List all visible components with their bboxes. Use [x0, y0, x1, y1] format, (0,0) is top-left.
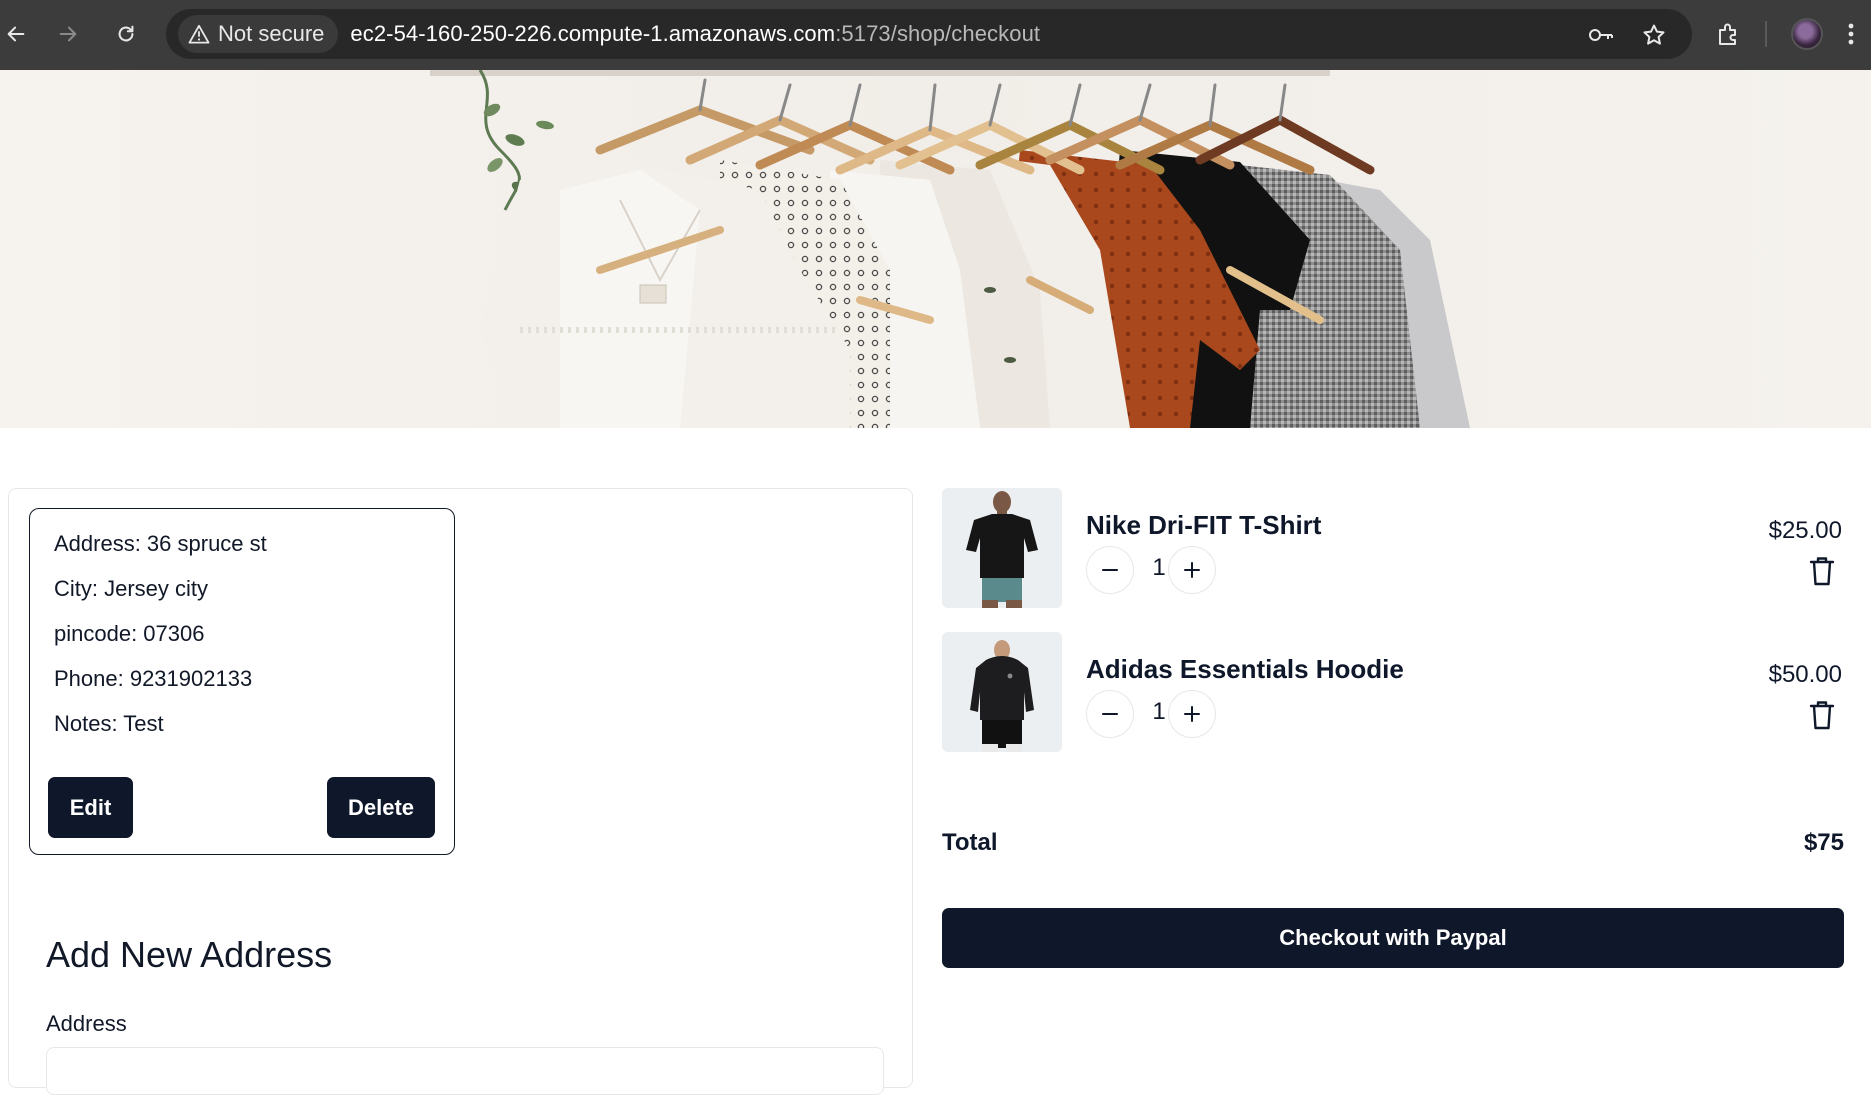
remove-item-button[interactable] — [1806, 554, 1838, 588]
omnibox-actions — [1588, 23, 1666, 47]
trash-icon — [1809, 701, 1835, 730]
extensions-icon[interactable] — [1715, 21, 1741, 47]
cart-item: Adidas Essentials Hoodie 1 $50.00 — [942, 632, 1842, 752]
tshirt-model-image — [942, 488, 1062, 608]
decrease-quantity-button[interactable] — [1086, 690, 1134, 738]
minus-icon — [1102, 569, 1118, 571]
pincode-line: pincode: 07306 — [54, 621, 205, 646]
edit-button[interactable]: Edit — [48, 777, 133, 838]
avatar[interactable] — [1791, 18, 1823, 50]
total-value: $75 — [1803, 829, 1844, 856]
forward-icon — [59, 26, 77, 42]
hero-banner — [0, 70, 1871, 428]
url-text[interactable]: ec2-54-160-250-226.compute-1.amazonaws.c… — [350, 21, 1040, 47]
notes-line: Notes: Test — [54, 711, 164, 736]
add-address-title: Add New Address — [46, 934, 333, 975]
remove-item-button[interactable] — [1806, 698, 1838, 732]
toolbar-separator — [1765, 21, 1767, 47]
security-chip[interactable]: Not secure — [178, 15, 339, 53]
trash-icon — [1809, 557, 1835, 586]
address-field-label: Address — [46, 1011, 127, 1036]
city-line: City: Jersey city — [54, 576, 209, 601]
product-image-tshirt[interactable] — [942, 488, 1062, 608]
clothes-hangers-image — [0, 70, 1871, 428]
address-bar[interactable]: Not secure ec2-54-160-250-226.compute-1.… — [166, 9, 1692, 59]
total-label: Total — [942, 829, 998, 856]
url-path: :5173/shop/checkout — [835, 21, 1041, 46]
decrease-quantity-button[interactable] — [1086, 546, 1134, 594]
product-name: Nike Dri-FIT T-Shirt — [1086, 510, 1322, 540]
plus-icon — [1184, 706, 1200, 722]
back-icon — [7, 26, 25, 42]
hoodie-model-image — [942, 632, 1062, 752]
reload-button[interactable] — [110, 18, 142, 50]
product-image-hoodie[interactable] — [942, 632, 1062, 752]
forward-button[interactable] — [52, 18, 84, 50]
toolbar-actions — [1715, 14, 1855, 54]
back-button[interactable] — [0, 18, 32, 50]
warning-icon — [188, 24, 210, 44]
key-icon[interactable] — [1588, 24, 1614, 46]
phone-line: Phone: 9231902133 — [54, 666, 253, 691]
address-line: Address: 36 spruce st — [54, 531, 267, 556]
browser-toolbar: Not secure ec2-54-160-250-226.compute-1.… — [0, 0, 1871, 70]
url-host: ec2-54-160-250-226.compute-1.amazonaws.c… — [350, 21, 836, 46]
product-price: $25.00 — [1768, 517, 1842, 544]
reload-icon — [118, 25, 134, 42]
minus-icon — [1102, 713, 1118, 715]
saved-address-card[interactable]: Address: 36 spruce st City: Jersey city … — [29, 508, 455, 855]
checkout-paypal-button[interactable]: Checkout with Paypal — [942, 908, 1844, 968]
increase-quantity-button[interactable] — [1168, 546, 1216, 594]
delete-button[interactable]: Delete — [327, 777, 435, 838]
increase-quantity-button[interactable] — [1168, 690, 1216, 738]
star-icon[interactable] — [1642, 23, 1666, 47]
security-label: Not secure — [218, 21, 325, 46]
more-icon[interactable] — [1847, 21, 1855, 47]
address-panel: Address: 36 spruce st City: Jersey city … — [8, 488, 913, 1095]
product-price: $50.00 — [1768, 661, 1842, 688]
plus-icon — [1184, 562, 1200, 578]
address-input[interactable] — [46, 1047, 884, 1095]
cart-item: Nike Dri-FIT T-Shirt 1 $25.00 — [942, 488, 1842, 608]
product-name: Adidas Essentials Hoodie — [1086, 654, 1404, 684]
